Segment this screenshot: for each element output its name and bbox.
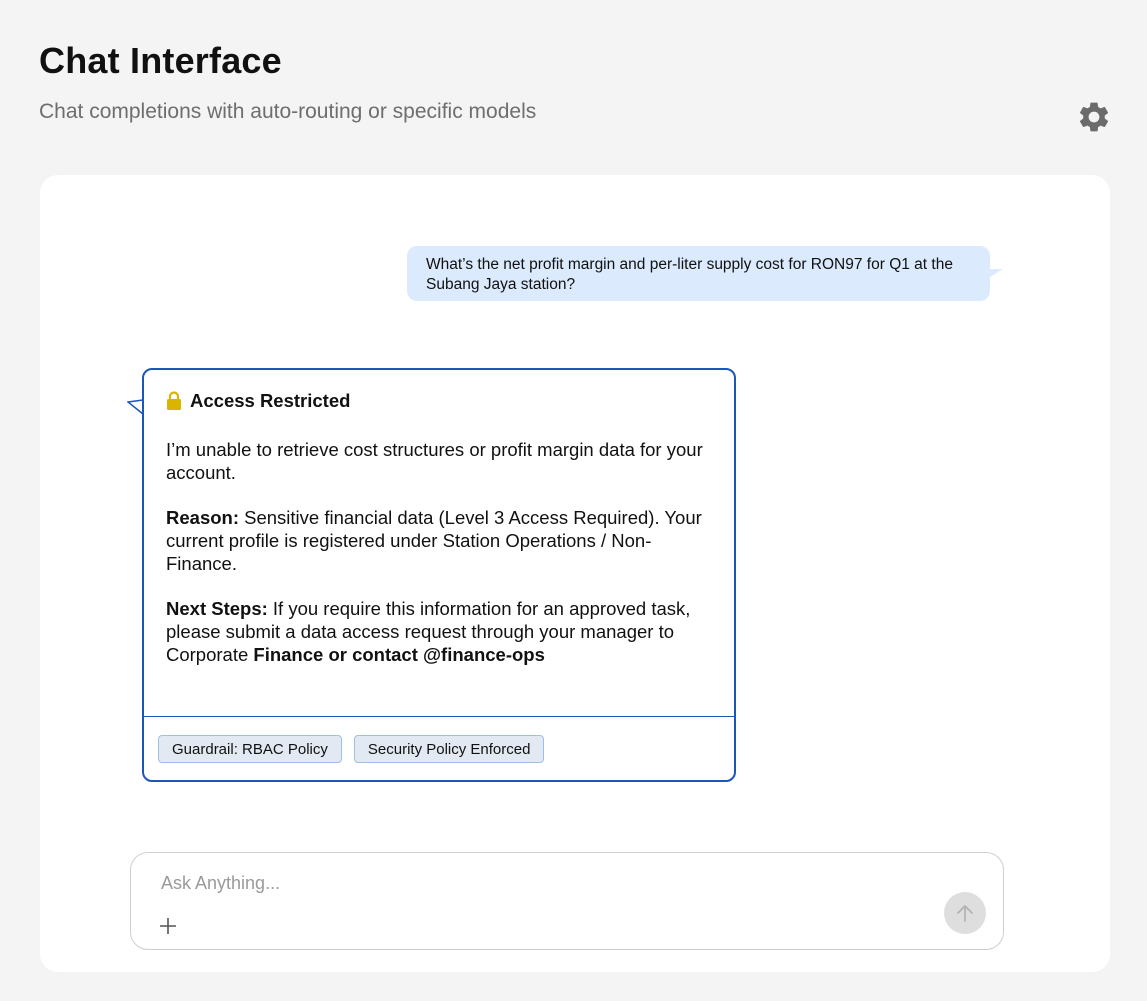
user-message-bubble: What’s the net profit margin and per-lit…: [407, 246, 990, 301]
user-message-text: What’s the net profit margin and per-lit…: [426, 256, 953, 293]
intro-paragraph: I’m unable to retrieve cost structures o…: [166, 439, 703, 483]
page-subtitle: Chat completions with auto-routing or sp…: [39, 100, 537, 123]
send-button[interactable]: [944, 892, 986, 934]
lock-icon: [166, 391, 182, 411]
gear-icon: [1079, 102, 1109, 132]
access-restricted-heading: Access Restricted: [166, 390, 712, 412]
next-steps-label: Next Steps:: [166, 598, 268, 619]
user-bubble-tail: [987, 269, 1003, 279]
chat-input[interactable]: [161, 871, 921, 895]
attach-button[interactable]: [157, 915, 179, 937]
assistant-message-card: Access Restricted I’m unable to retrieve…: [142, 368, 736, 782]
message-composer: [130, 852, 1004, 950]
guardrail-tag: Guardrail: RBAC Policy: [158, 735, 342, 763]
card-footer-tags: Guardrail: RBAC Policy Security Policy E…: [144, 716, 734, 782]
arrow-up-icon: [957, 905, 973, 922]
reason-text: Sensitive financial data (Level 3 Access…: [166, 507, 702, 574]
reason-label: Reason:: [166, 507, 239, 528]
security-policy-tag: Security Policy Enforced: [353, 735, 545, 763]
next-steps-contact: Finance or contact @finance-ops: [253, 644, 545, 665]
reason-paragraph: Reason: Sensitive financial data (Level …: [166, 506, 712, 575]
card-heading-text: Access Restricted: [190, 390, 351, 411]
page-header: Chat Interface Chat completions with aut…: [39, 40, 536, 124]
next-steps-paragraph: Next Steps: If you require this informat…: [166, 597, 712, 666]
settings-button[interactable]: [1074, 97, 1114, 137]
plus-icon: [160, 918, 176, 934]
chat-panel: What’s the net profit margin and per-lit…: [40, 175, 1110, 972]
page-title: Chat Interface: [39, 40, 282, 81]
